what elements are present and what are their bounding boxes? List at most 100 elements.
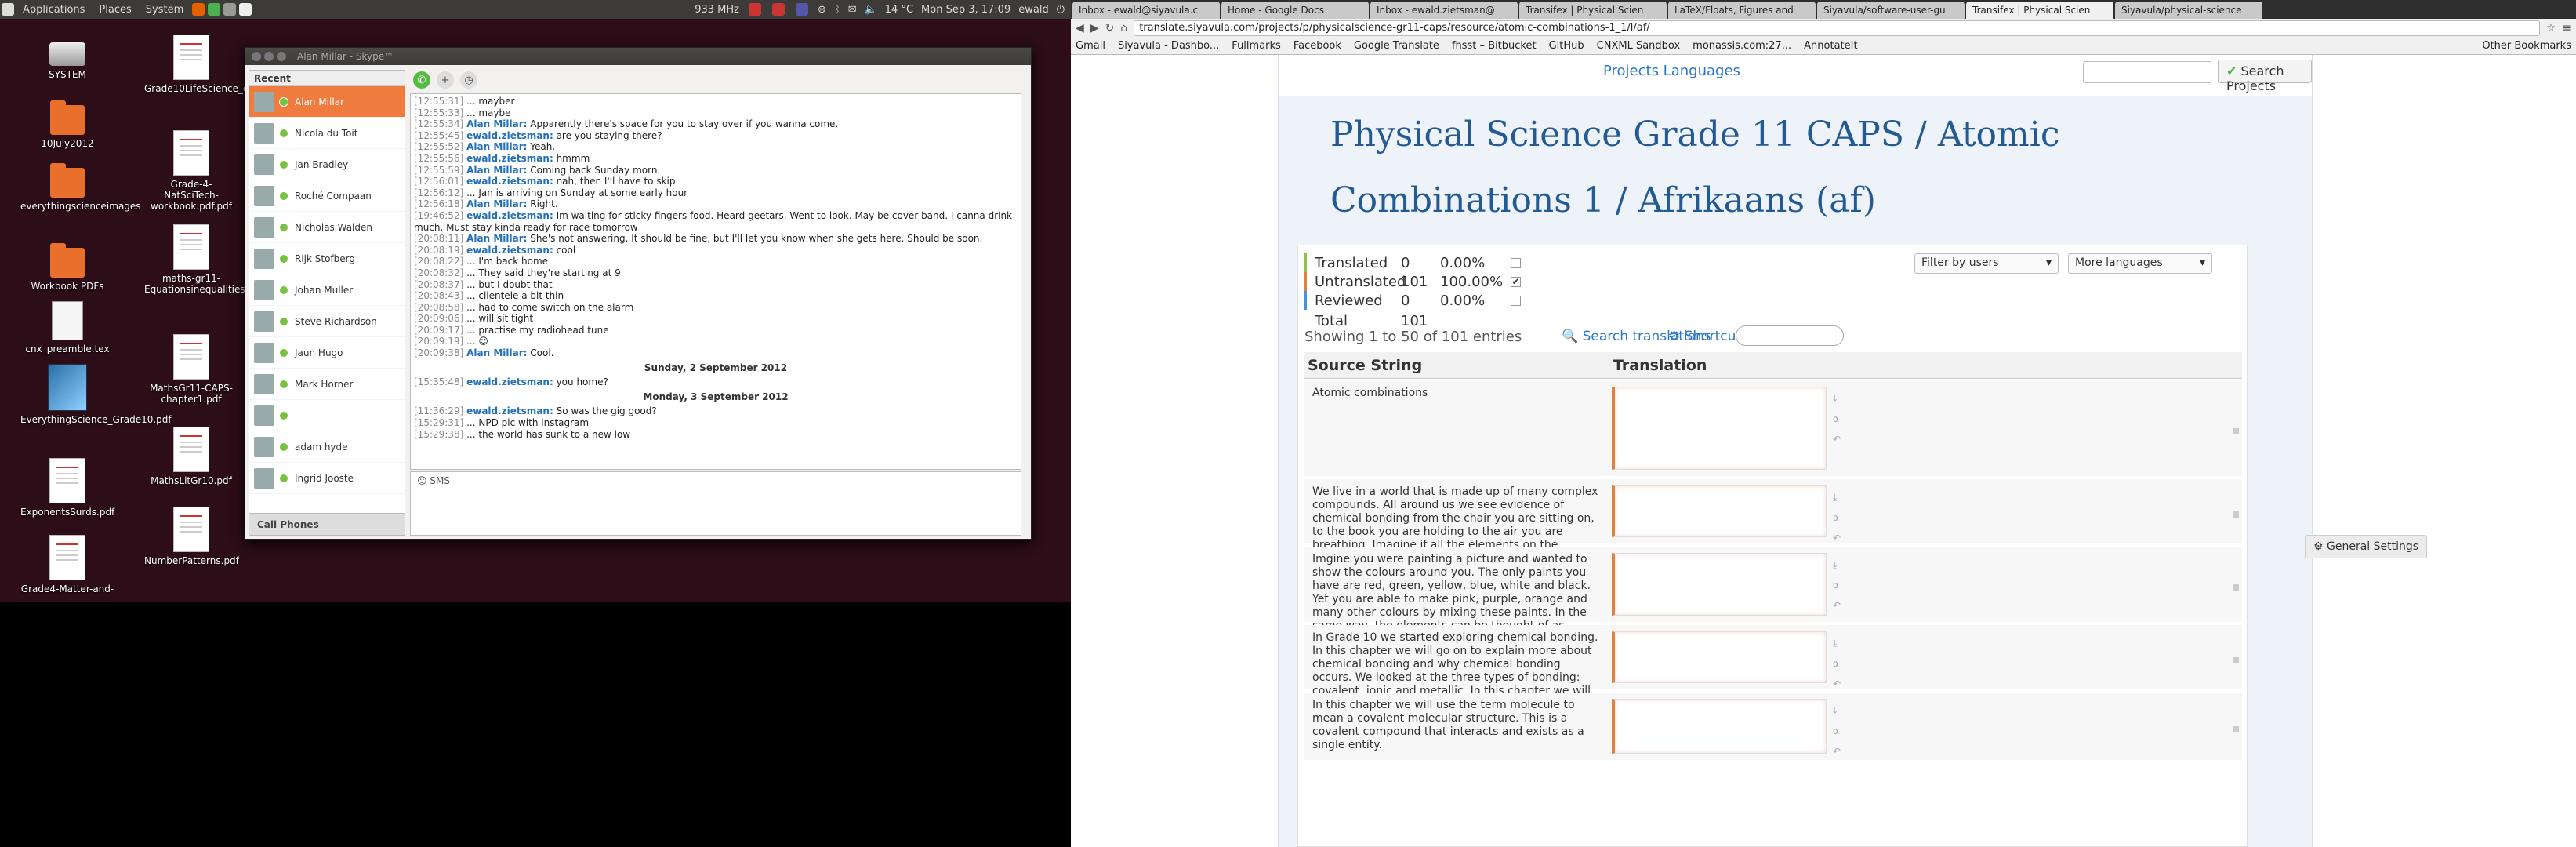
save-icon[interactable]: ⤓ (1833, 487, 1845, 507)
copy-icon[interactable]: ⍺ (1833, 653, 1845, 674)
row-select-handle[interactable] (2233, 657, 2239, 663)
browser-tab[interactable]: Siyavula/software-user-gu (1817, 2, 1965, 19)
desktop-icon-file[interactable]: NumberPatterns.pdf (144, 507, 239, 566)
bookmark-item[interactable]: Gmail (1076, 40, 1105, 52)
contact-item[interactable]: Alan Millar (249, 86, 405, 118)
desktop-icon-file[interactable]: EverythingScience_Grade10.pdf (20, 364, 172, 425)
home-icon[interactable]: ⌂ (1120, 22, 1127, 35)
minimize-icon[interactable] (264, 52, 274, 61)
contact-item[interactable]: Jan Bradley (249, 149, 405, 180)
bookmark-item[interactable]: fhsst – Bitbucket (1452, 40, 1537, 52)
chrome-icon[interactable] (208, 3, 221, 16)
contact-item[interactable]: Johan Muller (249, 274, 405, 306)
reload-icon[interactable]: ↻ (1105, 22, 1115, 35)
undo-icon[interactable]: ↶ (1833, 674, 1845, 694)
translation-textarea[interactable] (1612, 699, 1827, 754)
desktop-icon-file[interactable]: maths-gr11-Equationsinequalities.pdf (144, 224, 263, 295)
copy-icon[interactable]: ⍺ (1833, 409, 1845, 429)
desktop-icon-folder[interactable]: 10July2012 (20, 100, 114, 149)
translation-textarea[interactable] (1612, 485, 1827, 537)
translation-textarea[interactable] (1612, 387, 1827, 470)
translation-textarea[interactable] (1612, 631, 1827, 683)
undo-icon[interactable]: ↶ (1833, 595, 1845, 616)
bookmark-item[interactable]: CNXML Sandbox (1597, 40, 1681, 52)
ubuntu-logo-icon[interactable] (2, 3, 14, 16)
menu-system[interactable]: System (139, 4, 190, 16)
save-icon[interactable]: ⤓ (1833, 554, 1845, 575)
contact-item[interactable]: Nicola du Toit (249, 118, 405, 149)
menu-places[interactable]: Places (92, 4, 138, 16)
browser-tab[interactable]: LaTeX/Floats, Figures and (1668, 2, 1816, 19)
bookmark-item[interactable]: AnnotateIt (1804, 40, 1857, 52)
url-field[interactable]: translate.siyavula.com/projects/p/physic… (1134, 20, 2540, 36)
bookmark-item[interactable]: Fullmarks (1232, 40, 1281, 52)
contact-item[interactable]: Roché Compaan (249, 180, 405, 212)
contact-item[interactable]: Rijk Stofberg (249, 243, 405, 274)
files-icon[interactable] (223, 3, 237, 16)
wifi-icon[interactable]: ⊛ (818, 4, 826, 16)
bookmark-item[interactable]: GitHub (1549, 40, 1584, 52)
project-search-input[interactable] (2083, 61, 2211, 83)
back-icon[interactable]: ◀ (1076, 22, 1084, 35)
stat-checkbox[interactable] (1511, 257, 1521, 268)
history-icon[interactable]: ◷ (460, 71, 477, 89)
browser-tab[interactable]: Transifex | Physical Scien (1966, 2, 2113, 19)
volume-icon[interactable]: 🔈 (865, 4, 877, 16)
undo-icon[interactable]: ↶ (1833, 528, 1845, 548)
skype-titlebar[interactable]: Alan Millar - Skype™ (245, 48, 1031, 65)
filter-users-dropdown[interactable]: Filter by users ▾ (1914, 253, 2059, 274)
clock[interactable]: Mon Sep 3, 17:09 (921, 4, 1010, 16)
mail-icon[interactable]: ✉ (848, 4, 857, 16)
desktop-icon-file[interactable]: cnx_preamble.tex (20, 301, 114, 354)
close-icon[interactable] (252, 52, 261, 61)
row-select-handle[interactable] (2233, 584, 2239, 591)
copy-icon[interactable]: ⍺ (1833, 575, 1845, 595)
desktop-icon-file[interactable]: ExponentsSurds.pdf (20, 458, 114, 518)
firefox-icon[interactable] (192, 3, 205, 16)
add-icon[interactable]: + (437, 71, 454, 89)
search-projects-button[interactable]: ✔ Search Projects (2218, 60, 2312, 93)
contact-item[interactable]: Steve Richardson (249, 306, 405, 337)
forward-icon[interactable]: ▶ (1090, 22, 1099, 35)
terminal-icon[interactable] (239, 3, 252, 16)
bookmark-item[interactable]: Facebook (1293, 40, 1341, 52)
call-icon[interactable]: ✆ (413, 71, 430, 89)
browser-tab[interactable]: Transifex | Physical Scien (1519, 2, 1667, 19)
contact-item[interactable]: Jaun Hugo (249, 337, 405, 369)
desktop-icon-file[interactable]: Grade10LifeScience_chapter1.pdf (144, 35, 303, 94)
call-phones-button[interactable]: Call Phones (249, 513, 405, 535)
browser-tab[interactable]: Inbox - ewald@siyavula.c (1072, 2, 1220, 19)
general-settings-button[interactable]: ⚙ General Settings (2305, 535, 2428, 558)
browser-tab[interactable]: Home - Google Docs (1221, 2, 1369, 19)
bookmark-item[interactable]: Siyavula - Dashbo... (1118, 40, 1219, 52)
desktop-icon-folder[interactable]: everythingscienceimages (20, 163, 141, 212)
sms-label[interactable]: SMS (430, 475, 450, 486)
desktop-icon-file[interactable]: Grade4-Matter-and- (20, 535, 114, 594)
other-bookmarks[interactable]: Other Bookmarks (2482, 40, 2571, 52)
menu-icon[interactable]: ≡ (2562, 22, 2571, 35)
contact-item[interactable]: adam hyde (249, 431, 405, 463)
desktop-icon-file[interactable]: MathsGr11-CAPS-chapter1.pdf (144, 334, 238, 405)
row-select-handle[interactable] (2233, 428, 2239, 434)
stat-checkbox[interactable]: ✔ (1511, 276, 1521, 287)
bookmark-item[interactable]: monassis.com:27... (1693, 40, 1791, 52)
app-indicator-icon[interactable] (748, 3, 761, 16)
translation-textarea[interactable] (1612, 553, 1827, 616)
desktop-icon-folder[interactable]: Workbook PDFs (20, 243, 114, 292)
row-select-handle[interactable] (2233, 726, 2239, 732)
save-icon[interactable]: ⤓ (1833, 388, 1845, 409)
more-languages-dropdown[interactable]: More languages ▾ (2068, 253, 2212, 274)
contact-item[interactable]: Nicholas Walden (249, 212, 405, 243)
browser-tab[interactable]: Siyavula/physical-science (2115, 2, 2262, 19)
message-input[interactable]: ☺ SMS (410, 471, 1021, 536)
desktop-icon-file[interactable]: Grade-4-NatSciTech-workbook.pdf.pdf (144, 130, 238, 212)
save-icon[interactable]: ⤓ (1833, 633, 1845, 653)
save-icon[interactable]: ⤓ (1833, 700, 1845, 721)
power-icon[interactable]: ⏻ (1057, 4, 1065, 16)
browser-tab[interactable]: Inbox - ewald.zietsman@ (1370, 2, 1518, 19)
undo-icon[interactable]: ↶ (1833, 741, 1845, 762)
user-name[interactable]: ewald (1018, 4, 1048, 16)
stat-checkbox[interactable] (1511, 295, 1521, 306)
star-icon[interactable]: ☆ (2546, 22, 2556, 35)
bluetooth-icon[interactable]: ᛒ (834, 4, 840, 16)
